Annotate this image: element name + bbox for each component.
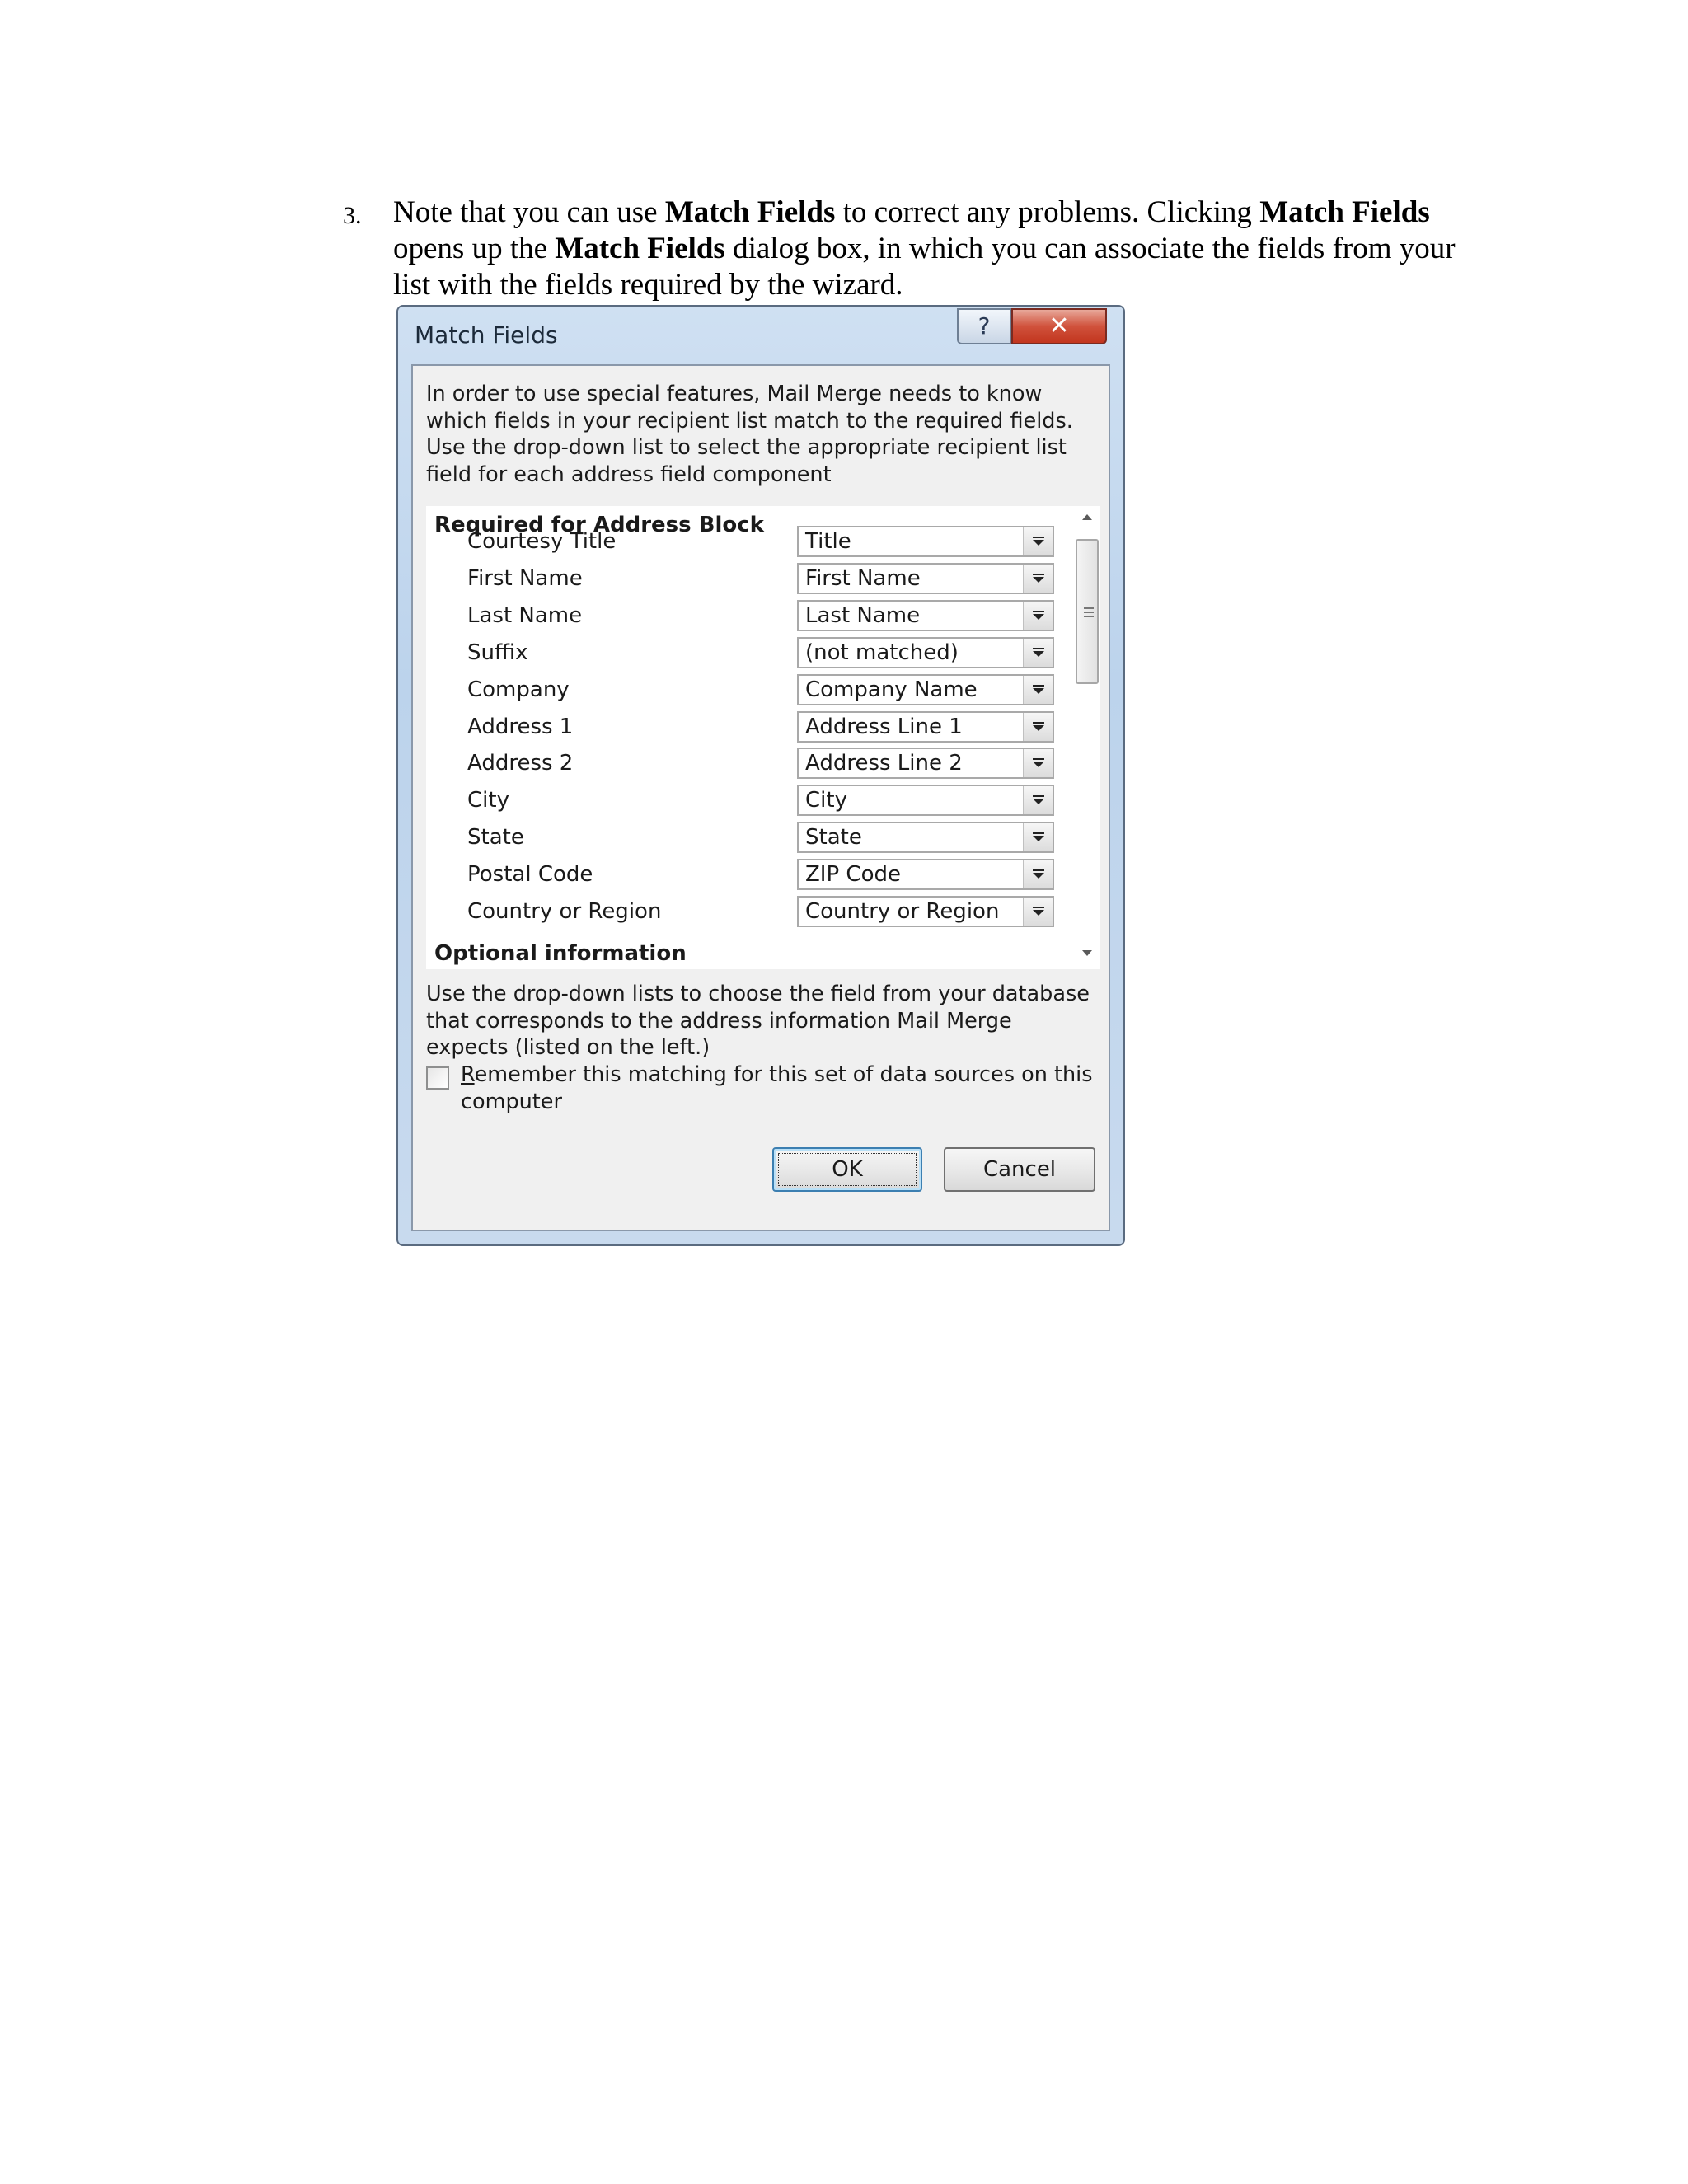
list-scrollbar[interactable] xyxy=(1074,506,1100,969)
intro-text: In order to use special features, Mail M… xyxy=(426,382,1073,487)
field-label: State xyxy=(467,825,524,851)
chevron-down-icon xyxy=(1033,721,1044,731)
scroll-thumb[interactable] xyxy=(1076,539,1099,684)
chevron-down-icon xyxy=(1033,907,1044,916)
chevron-down-icon xyxy=(1033,758,1044,768)
chevron-down-icon xyxy=(1033,537,1044,546)
remember-accel: R xyxy=(461,1062,475,1087)
ok-button[interactable]: OK xyxy=(772,1147,922,1192)
dropdown-value: ZIP Code xyxy=(805,862,901,888)
field-dropdown[interactable]: Title xyxy=(797,526,1054,557)
field-dropdown[interactable]: (not matched) xyxy=(797,636,1054,668)
remember-text: emember this matching for this set of da… xyxy=(461,1062,1093,1114)
close-icon: ✕ xyxy=(1048,312,1070,340)
chevron-down-icon xyxy=(1033,610,1044,620)
step-text: Note that you can use Match Fields to co… xyxy=(393,194,1465,303)
help-button[interactable]: ? xyxy=(957,308,1011,344)
step-number: 3. xyxy=(343,202,362,229)
bold-term: Match Fields xyxy=(664,195,836,229)
chevron-down-icon xyxy=(1033,684,1044,694)
scroll-up-icon[interactable] xyxy=(1079,513,1095,523)
field-dropdown[interactable]: Address Line 2 xyxy=(797,748,1054,780)
dropdown-button[interactable] xyxy=(1023,675,1053,704)
field-label: Company xyxy=(467,677,570,702)
field-label: Country or Region xyxy=(467,899,662,924)
field-label: Address 2 xyxy=(467,751,574,776)
field-dropdown[interactable]: State xyxy=(797,822,1054,854)
text-run: opens up the xyxy=(393,232,556,265)
dropdown-button[interactable] xyxy=(1023,601,1053,630)
dialog-titlebar[interactable]: Match Fields ? ✕ xyxy=(398,307,1123,361)
text-run: to correct any problems. Clicking xyxy=(835,195,1260,229)
dropdown-value: Address Line 1 xyxy=(805,714,963,739)
dropdown-value: State xyxy=(805,825,862,851)
dropdown-button[interactable] xyxy=(1023,823,1053,852)
field-dropdown[interactable]: First Name xyxy=(797,562,1054,594)
field-label: Courtesy Title xyxy=(467,529,617,554)
bold-term: Match Fields xyxy=(555,232,725,265)
dropdown-value: Last Name xyxy=(805,602,921,628)
dropdown-value: Address Line 2 xyxy=(805,751,963,776)
optional-group-header: Optional information xyxy=(434,941,687,966)
remember-checkbox[interactable] xyxy=(426,1066,449,1090)
field-mapping-list[interactable]: Required for Address Block Courtesy Titl… xyxy=(426,506,1074,969)
dropdown-button[interactable] xyxy=(1023,786,1053,815)
chevron-down-icon xyxy=(1033,647,1044,657)
cancel-button[interactable]: Cancel xyxy=(944,1147,1095,1192)
scroll-down-icon[interactable] xyxy=(1079,948,1095,958)
dropdown-value: First Name xyxy=(805,565,921,591)
dropdown-button[interactable] xyxy=(1023,527,1053,555)
cancel-label: Cancel xyxy=(982,1157,1057,1182)
dropdown-value: City xyxy=(805,788,847,813)
field-dropdown[interactable]: Country or Region xyxy=(797,896,1054,927)
field-label: Postal Code xyxy=(467,862,593,888)
field-label: Address 1 xyxy=(467,714,574,739)
close-button[interactable]: ✕ xyxy=(1011,308,1107,344)
field-label: First Name xyxy=(467,565,583,591)
field-label: City xyxy=(467,788,509,813)
bold-term: Match Fields xyxy=(1259,195,1430,229)
text-run: Note that you can use xyxy=(393,195,665,229)
field-dropdown[interactable]: Last Name xyxy=(797,599,1054,631)
chevron-down-icon xyxy=(1033,573,1044,583)
chevron-down-icon xyxy=(1033,869,1044,879)
dropdown-button[interactable] xyxy=(1023,564,1053,593)
dropdown-value: Title xyxy=(805,529,851,554)
field-label: Suffix xyxy=(467,640,528,665)
outro-text: Use the drop-down lists to choose the fi… xyxy=(426,982,1090,1060)
field-dropdown[interactable]: Address Line 1 xyxy=(797,710,1054,743)
dropdown-value: Company Name xyxy=(805,677,978,702)
field-dropdown[interactable]: Company Name xyxy=(797,673,1054,705)
dropdown-value: Country or Region xyxy=(805,899,1000,924)
field-dropdown[interactable]: City xyxy=(797,785,1054,817)
chevron-down-icon xyxy=(1033,795,1044,805)
grip-icon xyxy=(1084,607,1094,617)
dropdown-button[interactable] xyxy=(1023,898,1053,926)
dialog-body: In order to use special features, Mail M… xyxy=(411,364,1110,1231)
dropdown-button[interactable] xyxy=(1023,638,1053,667)
dropdown-button[interactable] xyxy=(1023,712,1053,741)
dropdown-button[interactable] xyxy=(1023,860,1053,889)
match-fields-dialog: Match Fields ? ✕ In order to use special… xyxy=(396,305,1125,1246)
dropdown-button[interactable] xyxy=(1023,749,1053,778)
help-icon: ? xyxy=(978,312,991,340)
dialog-title: Match Fields xyxy=(415,321,558,349)
field-label: Last Name xyxy=(467,602,583,628)
chevron-down-icon xyxy=(1033,832,1044,842)
field-dropdown[interactable]: ZIP Code xyxy=(797,859,1054,891)
focus-ring xyxy=(778,1153,917,1186)
dropdown-value: (not matched) xyxy=(805,640,959,665)
remember-label[interactable]: Remember this matching for this set of d… xyxy=(461,1062,1104,1115)
